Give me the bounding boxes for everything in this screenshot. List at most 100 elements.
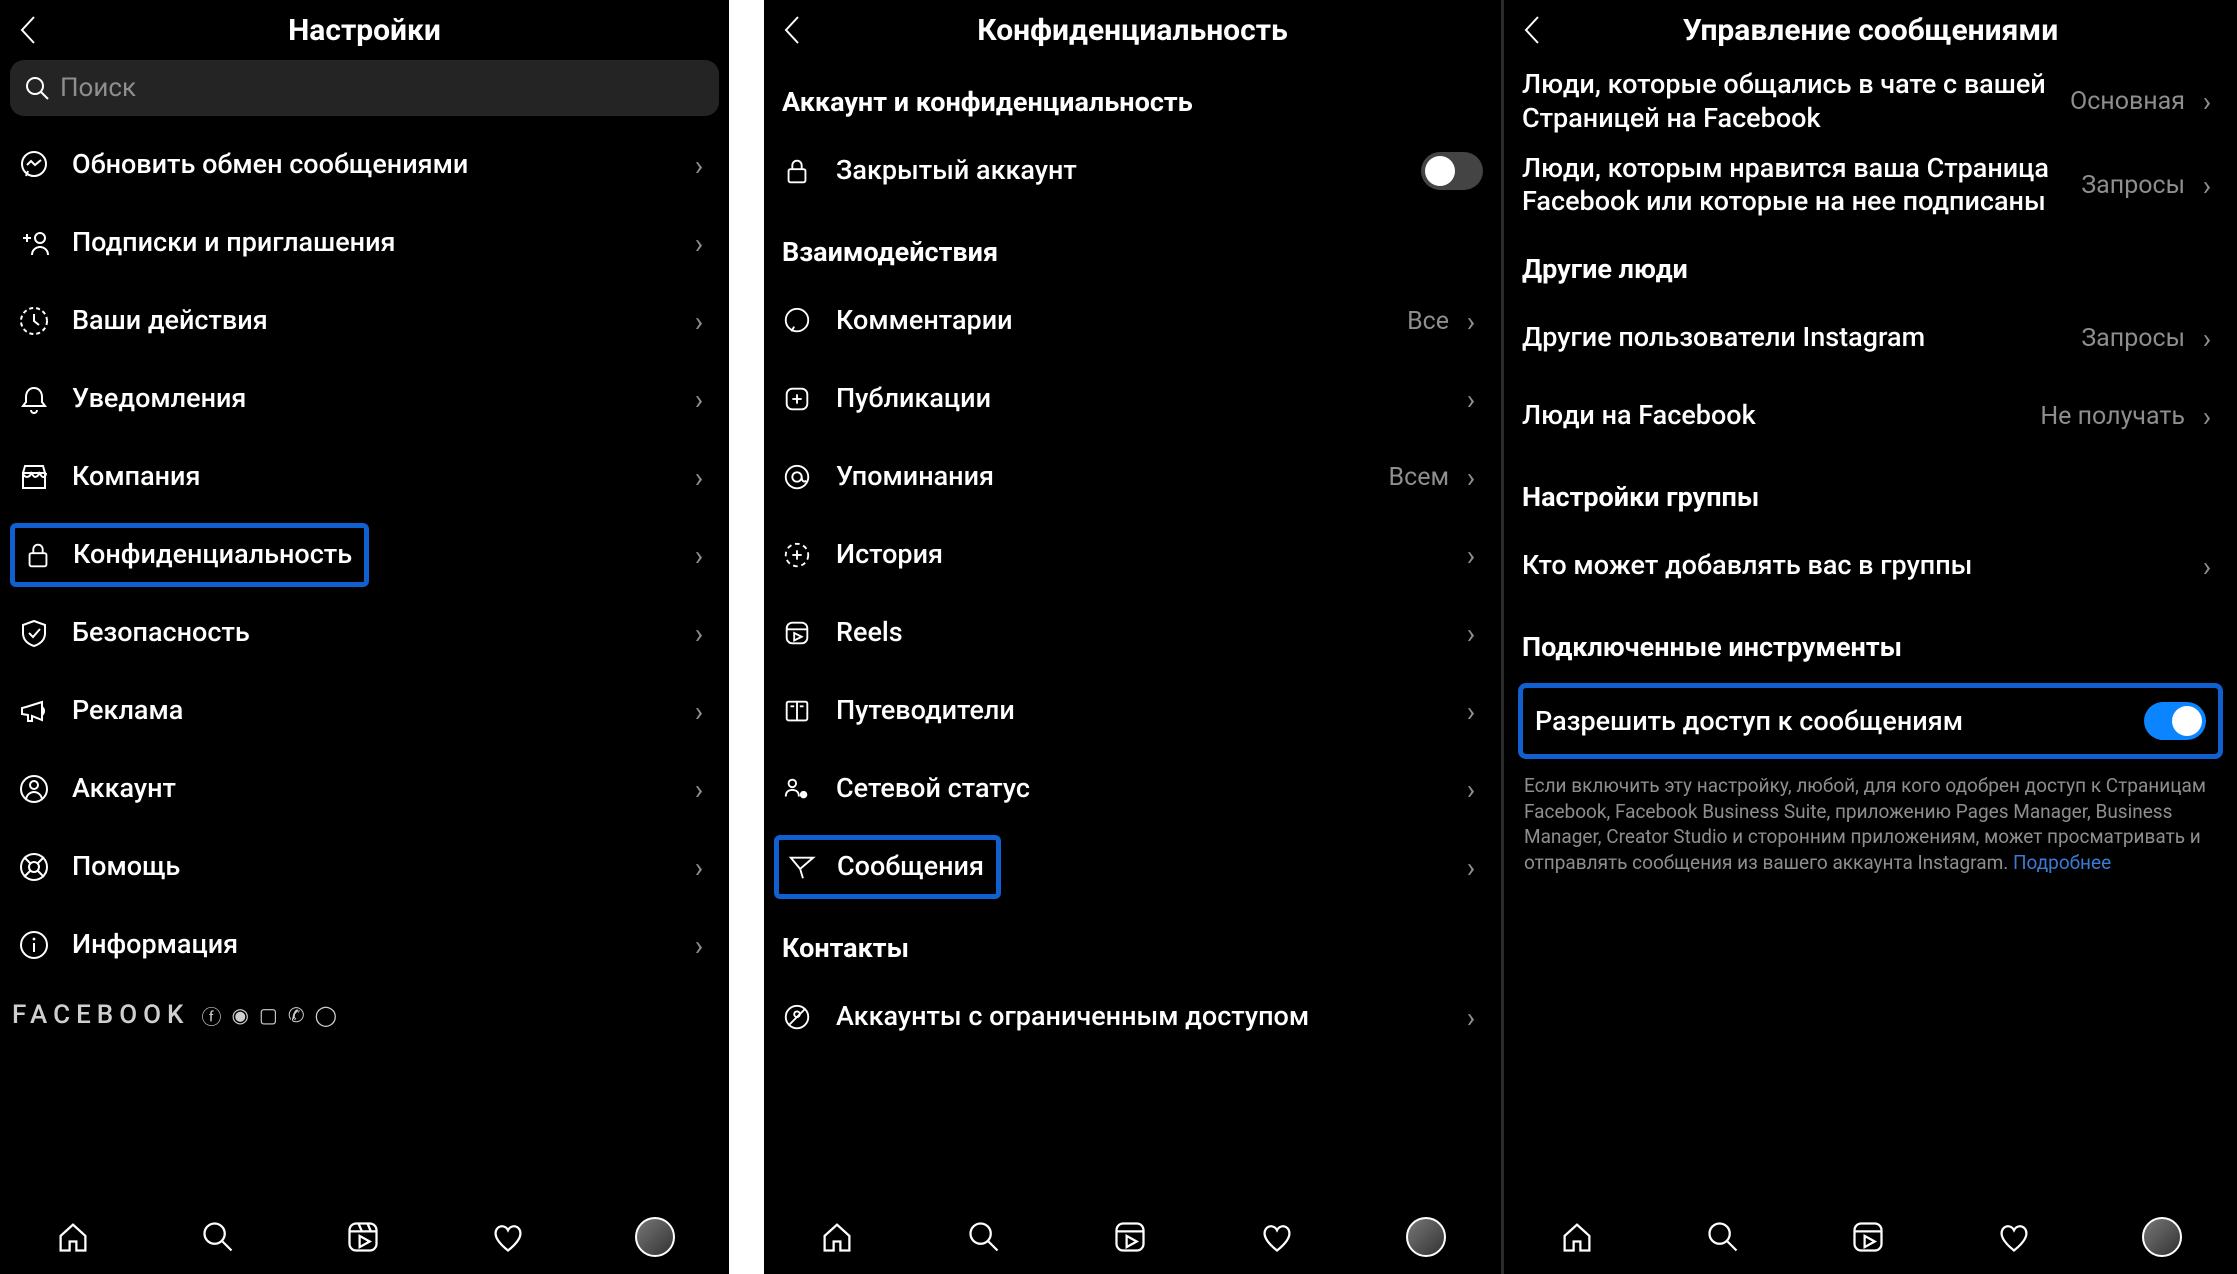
- chevron-right-icon: ›: [1459, 617, 1483, 650]
- item-help[interactable]: Помощь ›: [0, 828, 729, 906]
- presence-icon: [782, 774, 836, 804]
- search-tab[interactable]: [1705, 1219, 1741, 1255]
- avatar: [2142, 1217, 2182, 1257]
- privacy-pane: Конфиденциальность Аккаунт и конфиденциа…: [764, 0, 1504, 1274]
- chevron-right-icon: ›: [687, 539, 711, 572]
- messenger-mini-icon: ◉: [231, 1003, 248, 1027]
- chevron-right-icon: ›: [687, 617, 711, 650]
- reels-icon: [782, 618, 836, 648]
- section-contacts: Контакты: [764, 906, 1501, 978]
- oculus-mini-icon: ◯: [315, 1003, 337, 1027]
- item-company[interactable]: Компания ›: [0, 438, 729, 516]
- settings-pane: Настройки Поиск Обновить обмен сообщения…: [0, 0, 729, 1274]
- avatar: [635, 1217, 675, 1257]
- search-tab[interactable]: [200, 1219, 236, 1255]
- chevron-right-icon: ›: [687, 149, 711, 182]
- chevron-right-icon: ›: [2195, 169, 2219, 202]
- message-controls-pane: Управление сообщениями Люди, которые общ…: [1504, 0, 2237, 1274]
- home-tab[interactable]: [819, 1219, 855, 1255]
- messenger-icon: [18, 149, 72, 181]
- facebook-brand-row: FACEBOOK ⓕ ◉ ▢ ✆ ◯: [0, 984, 729, 1030]
- chevron-right-icon: ›: [1459, 695, 1483, 728]
- people-on-facebook-row[interactable]: Люди на Facebook Не получать ›: [1504, 377, 2237, 455]
- item-restricted[interactable]: Аккаунты с ограниченным доступом ›: [764, 978, 1501, 1056]
- fb-page-chatted-row[interactable]: Люди, которые общались в чате с вашей Ст…: [1504, 60, 2237, 144]
- item-mentions[interactable]: Упоминания Всем ›: [764, 438, 1501, 516]
- section-account-privacy: Аккаунт и конфиденциальность: [764, 60, 1501, 132]
- back-button[interactable]: [1522, 15, 1556, 45]
- item-reels[interactable]: Reels ›: [764, 594, 1501, 672]
- item-your-activity[interactable]: Ваши действия ›: [0, 282, 729, 360]
- comment-icon: [782, 306, 836, 336]
- private-account-toggle[interactable]: [1421, 152, 1483, 190]
- reels-tab[interactable]: [1850, 1219, 1886, 1255]
- guide-icon: [782, 696, 836, 726]
- item-ads[interactable]: Реклама ›: [0, 672, 729, 750]
- instagram-mini-icon: ▢: [259, 1003, 278, 1027]
- chevron-right-icon: ›: [687, 383, 711, 416]
- search-tab[interactable]: [966, 1219, 1002, 1255]
- search-placeholder: Поиск: [60, 73, 136, 103]
- chevron-right-icon: ›: [687, 227, 711, 260]
- activity-tab[interactable]: [1259, 1219, 1295, 1255]
- allow-message-access-toggle[interactable]: [2144, 702, 2206, 740]
- restricted-icon: [782, 1002, 836, 1032]
- megaphone-icon: [18, 695, 72, 727]
- chevron-right-icon: ›: [1459, 773, 1483, 806]
- profile-tab[interactable]: [1406, 1217, 1446, 1257]
- story-icon: [782, 540, 836, 570]
- chevron-right-icon: ›: [687, 461, 711, 494]
- group-add-row[interactable]: Кто может добавлять вас в группы ›: [1504, 527, 2237, 605]
- at-icon: [782, 462, 836, 492]
- item-security[interactable]: Безопасность ›: [0, 594, 729, 672]
- avatar: [1406, 1217, 1446, 1257]
- item-story[interactable]: История ›: [764, 516, 1501, 594]
- others-instagram-row[interactable]: Другие пользователи Instagram Запросы ›: [1504, 299, 2237, 377]
- item-comments[interactable]: Комментарии Все ›: [764, 282, 1501, 360]
- activity-tab[interactable]: [490, 1219, 526, 1255]
- item-guides[interactable]: Путеводители ›: [764, 672, 1501, 750]
- item-update-messaging[interactable]: Обновить обмен сообщениями ›: [0, 126, 729, 204]
- send-icon: [787, 852, 837, 882]
- page-title: Настройки: [52, 13, 677, 48]
- allow-message-access-row[interactable]: Разрешить доступ к сообщениям: [1518, 683, 2223, 759]
- header: Управление сообщениями: [1504, 0, 2237, 60]
- home-tab[interactable]: [55, 1219, 91, 1255]
- add-user-icon: [18, 227, 72, 259]
- profile-tab[interactable]: [635, 1217, 675, 1257]
- chevron-right-icon: ›: [687, 929, 711, 962]
- learn-more-link[interactable]: Подробнее: [2013, 851, 2111, 874]
- item-about[interactable]: Информация ›: [0, 906, 729, 984]
- info-icon: [18, 929, 72, 961]
- item-posts[interactable]: Публикации ›: [764, 360, 1501, 438]
- chevron-right-icon: ›: [1459, 383, 1483, 416]
- chevron-right-icon: ›: [2195, 85, 2219, 118]
- item-account[interactable]: Аккаунт ›: [0, 750, 729, 828]
- home-tab[interactable]: [1559, 1219, 1595, 1255]
- item-notifications[interactable]: Уведомления ›: [0, 360, 729, 438]
- tab-bar: [764, 1204, 1501, 1274]
- fb-page-likers-row[interactable]: Люди, которым нравится ваша Страница Fac…: [1504, 144, 2237, 228]
- reels-tab[interactable]: [1112, 1219, 1148, 1255]
- header: Настройки: [0, 0, 729, 60]
- section-interactions: Взаимодействия: [764, 210, 1501, 282]
- chevron-right-icon: ›: [1459, 305, 1483, 338]
- page-title: Управление сообщениями: [1556, 13, 2185, 48]
- private-account-row[interactable]: Закрытый аккаунт: [764, 132, 1501, 210]
- activity-icon: [18, 305, 72, 337]
- search-input[interactable]: Поиск: [10, 60, 719, 116]
- whatsapp-mini-icon: ✆: [288, 1003, 305, 1027]
- back-button[interactable]: [782, 15, 816, 45]
- bell-icon: [18, 383, 72, 415]
- item-messages[interactable]: Сообщения ›: [764, 828, 1501, 906]
- item-follow-invite[interactable]: Подписки и приглашения ›: [0, 204, 729, 282]
- chevron-right-icon: ›: [687, 773, 711, 806]
- profile-tab[interactable]: [2142, 1217, 2182, 1257]
- tab-bar: [0, 1204, 729, 1274]
- item-activity-status[interactable]: Сетевой статус ›: [764, 750, 1501, 828]
- reels-tab[interactable]: [345, 1219, 381, 1255]
- activity-tab[interactable]: [1996, 1219, 2032, 1255]
- back-button[interactable]: [18, 15, 52, 45]
- item-privacy[interactable]: Конфиденциальность ›: [0, 516, 729, 594]
- user-circle-icon: [18, 773, 72, 805]
